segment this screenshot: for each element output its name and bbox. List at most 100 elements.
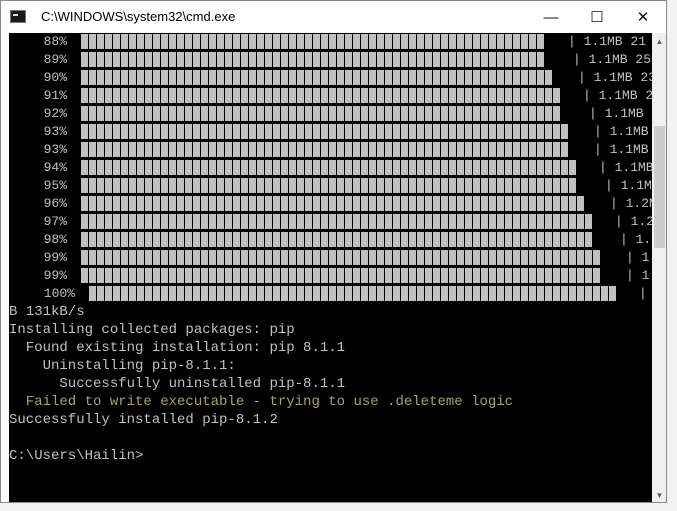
progress-bar	[81, 88, 560, 103]
progress-bar-cell	[113, 196, 120, 211]
progress-bar-cell	[465, 34, 472, 49]
progress-bar-cell	[345, 124, 352, 139]
progress-bar-cell	[281, 142, 288, 157]
progress-bar-cell	[217, 88, 224, 103]
progress-bar-cell	[513, 52, 520, 67]
progress-bar-cell	[353, 286, 360, 301]
progress-bar-cell	[425, 52, 432, 67]
progress-bar-cell	[137, 52, 144, 67]
vertical-scrollbar[interactable]: ▲ ▼	[652, 33, 666, 502]
progress-bar-cell	[409, 124, 416, 139]
progress-bar-cell	[489, 268, 496, 283]
progress-bar-cell	[577, 286, 584, 301]
progress-bar-cell	[481, 178, 488, 193]
progress-bar-cell	[241, 286, 248, 301]
progress-bar-cell	[313, 268, 320, 283]
progress-bar-cell	[545, 124, 552, 139]
progress-bar-cell	[153, 142, 160, 157]
progress-bar-cell	[385, 178, 392, 193]
progress-bar-cell	[497, 232, 504, 247]
progress-percent: 88%	[43, 34, 67, 49]
progress-bar-cell	[177, 88, 184, 103]
progress-bar-cell	[425, 196, 432, 211]
progress-bar-cell	[537, 178, 544, 193]
progress-bar-cell	[401, 88, 408, 103]
progress-bar-cell	[513, 142, 520, 157]
progress-bar	[81, 124, 568, 139]
progress-bar-cell	[249, 250, 256, 265]
progress-bar-cell	[385, 160, 392, 175]
progress-bar-cell	[545, 106, 552, 121]
progress-bar-cell	[473, 88, 480, 103]
progress-bar-cell	[153, 160, 160, 175]
progress-bar-cell	[177, 70, 184, 85]
progress-bar-cell	[305, 124, 312, 139]
progress-bar-cell	[257, 268, 264, 283]
progress-bar-cell	[233, 232, 240, 247]
progress-bar-cell	[497, 88, 504, 103]
progress-bar-cell	[209, 142, 216, 157]
progress-bar-cell	[161, 268, 168, 283]
title-bar[interactable]: C:\WINDOWS\system32\cmd.exe — ☐ ✕	[1, 1, 666, 33]
progress-bar-cell	[185, 196, 192, 211]
progress-bar-cell	[521, 250, 528, 265]
progress-bar-cell	[105, 142, 112, 157]
scroll-up-arrow-icon[interactable]: ▲	[652, 33, 666, 49]
progress-bar-cell	[201, 214, 208, 229]
progress-bar-cell	[273, 232, 280, 247]
progress-bar-cell	[241, 70, 248, 85]
progress-bar-cell	[529, 160, 536, 175]
progress-bar-cell	[313, 88, 320, 103]
progress-bar	[81, 52, 544, 67]
progress-bar-cell	[161, 70, 168, 85]
progress-bar-cell	[193, 142, 200, 157]
progress-bar-cell	[217, 250, 224, 265]
progress-bar-cell	[377, 34, 384, 49]
progress-bar-cell	[569, 232, 576, 247]
maximize-button[interactable]: ☐	[574, 1, 620, 33]
progress-bar-cell	[489, 88, 496, 103]
progress-bar-cell	[409, 232, 416, 247]
progress-bar-cell	[185, 106, 192, 121]
progress-bar-cell	[265, 268, 272, 283]
progress-bar-cell	[537, 232, 544, 247]
progress-bar-cell	[473, 142, 480, 157]
console-output[interactable]: 88% | 1.1MB 21 89% | 1.1MB 25 90% | 1.1MB 23 9…	[9, 33, 652, 502]
progress-bar-cell	[441, 70, 448, 85]
progress-bar-cell	[105, 286, 112, 301]
progress-bar-cell	[401, 142, 408, 157]
progress-bar-cell	[465, 250, 472, 265]
progress-bar-cell	[441, 160, 448, 175]
progress-bar-cell	[345, 106, 352, 121]
progress-bar-cell	[537, 142, 544, 157]
minimize-button[interactable]: —	[528, 1, 574, 33]
scrollbar-thumb[interactable]	[654, 126, 665, 248]
close-button[interactable]: ✕	[620, 1, 666, 33]
progress-bar-cell	[265, 52, 272, 67]
progress-bar-cell	[449, 268, 456, 283]
cmd-icon[interactable]	[10, 10, 26, 23]
progress-bar-cell	[473, 268, 480, 283]
progress-bar-cell	[129, 142, 136, 157]
progress-bar-cell	[233, 196, 240, 211]
progress-bar-cell	[121, 250, 128, 265]
progress-bar-cell	[209, 232, 216, 247]
progress-bar-cell	[425, 106, 432, 121]
progress-bar-cell	[561, 160, 568, 175]
progress-bar-cell	[529, 142, 536, 157]
progress-bar-cell	[449, 250, 456, 265]
progress-bar-cell	[513, 178, 520, 193]
progress-bar-cell	[257, 52, 264, 67]
progress-bar-cell	[417, 250, 424, 265]
progress-bar-cell	[393, 286, 400, 301]
progress-bar-cell	[465, 88, 472, 103]
progress-bar-cell	[121, 52, 128, 67]
scroll-down-arrow-icon[interactable]: ▼	[652, 487, 666, 502]
progress-bar-cell	[345, 52, 352, 67]
progress-bar-cell	[217, 232, 224, 247]
progress-bar-cell	[185, 286, 192, 301]
progress-bar-cell	[489, 34, 496, 49]
progress-bar-cell	[209, 196, 216, 211]
progress-bar-cell	[465, 52, 472, 67]
progress-bar-cell	[257, 214, 264, 229]
